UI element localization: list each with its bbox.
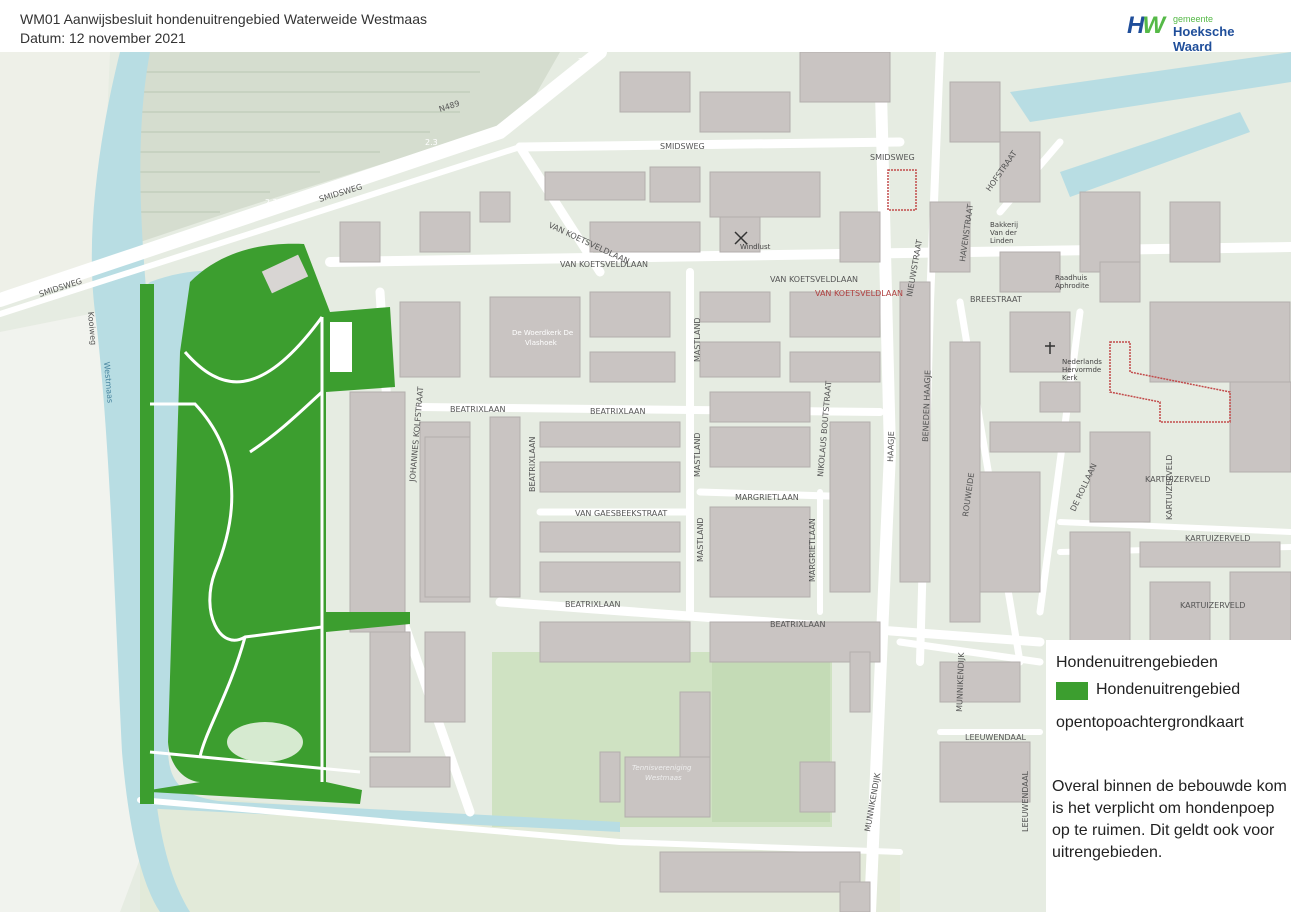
label-leeuwendaal-2: LEEUWENDAAL [1021, 770, 1030, 832]
label-route-23: 2.3 [425, 138, 438, 147]
label-beatrixlaan-4: BEATRIXLAAN [565, 600, 620, 609]
logo-mark-h: H [1127, 12, 1144, 39]
label-tennis-1: Tennisvereniging [632, 764, 692, 772]
label-beatrixlaan-2: BEATRIXLAAN [590, 407, 645, 416]
dog-area-west-strip[interactable] [140, 284, 154, 804]
building-church-woerdkerk [489, 296, 581, 378]
legend-background-label: opentopoachtergrondkaart [1056, 714, 1244, 731]
label-smidsweg-3: SMIDSWEG [660, 142, 705, 151]
label-breestraat: BREESTRAAT [970, 295, 1022, 304]
label-smidsweg-4: SMIDSWEG [870, 153, 915, 162]
label-route-22: 2.2 [265, 198, 278, 207]
label-kerk-2: Hervormde [1062, 366, 1101, 374]
label-margrietlaan-2: MARGRIETLAAN [808, 518, 817, 582]
label-kartuizerveld-2: KARTUIZERVELD [1165, 455, 1174, 520]
label-koetsveldlaan-3: VAN KOETSVELDLAAN [770, 275, 858, 284]
label-bakkerij-3: Linden [990, 237, 1013, 245]
label-kartuizerveld-4: KARTUIZERVELD [1180, 601, 1245, 610]
label-beatrixlaan-1: BEATRIXLAAN [450, 405, 505, 414]
legend-swatch-green [1056, 682, 1088, 700]
logo-mark: HW [1127, 12, 1165, 40]
label-bakkerij-2: Van der [990, 229, 1017, 237]
label-leeuwendaal-1: LEEUWENDAAL [965, 733, 1027, 742]
map-legend: Hondenuitrengebieden Hondenuitrengebied … [1046, 640, 1291, 912]
label-church-2: Vlashoek [525, 339, 558, 347]
title-date: Datum: 12 november 2021 [20, 30, 186, 46]
legend-note: Overal binnen de bebouwde kom is het ver… [1052, 778, 1287, 861]
label-koetsveldlaan-4: VAN KOETSVELDLAAN [815, 289, 903, 298]
legend-item-label: Hondenuitrengebied [1096, 681, 1241, 698]
label-beatrixlaan-5: BEATRIXLAAN [770, 620, 825, 629]
label-kerk-3: Kerk [1062, 374, 1078, 382]
logo-subtitle: gemeente [1173, 14, 1214, 24]
label-route-24: 2.4 [578, 57, 591, 66]
label-bakkerij-1: Bakkerij [990, 221, 1018, 229]
park-pond-island [227, 722, 303, 762]
map-header: WM01 Aanwijsbesluit hondenuitrengebied W… [0, 0, 1291, 54]
title-line-1: WM01 Aanwijsbesluit hondenuitrengebied W… [20, 11, 427, 27]
label-beatrixlaan-3: BEATRIXLAAN [528, 437, 537, 492]
label-kartuizerveld-3: KARTUIZERVELD [1185, 534, 1250, 543]
label-kartuizerveld-1: KARTUIZERVELD [1145, 475, 1210, 484]
label-windlust: Windlust [740, 243, 771, 251]
label-haagje: HAAGJE [886, 431, 896, 462]
label-raadhuis-1: Raadhuis [1055, 274, 1088, 282]
logo-mark-w: W [1142, 12, 1165, 39]
label-margrietlaan-1: MARGRIETLAAN [735, 493, 799, 502]
map-title: WM01 Aanwijsbesluit hondenuitrengebied W… [20, 10, 427, 48]
label-mastland-2: MASTLAND [693, 432, 702, 477]
label-church-1: De Woerdkerk De [512, 329, 573, 337]
legend-heading: Hondenuitrengebieden [1056, 654, 1218, 671]
label-van-gaesbeekstraat: VAN GAESBEEKSTRAAT [575, 509, 667, 518]
label-koetsveldlaan-2: VAN KOETSVELDLAAN [560, 260, 648, 269]
label-kerk-1: Nederlands [1062, 358, 1102, 366]
park-clearing [330, 322, 352, 372]
label-mastland-1: MASTLAND [693, 317, 702, 362]
label-mastland-3: MASTLAND [696, 517, 705, 562]
logo-name: Hoeksche Waard [1173, 24, 1235, 54]
municipality-logo: HW gemeente Hoeksche Waard [1127, 12, 1277, 54]
label-raadhuis-2: Aphrodite [1055, 282, 1089, 290]
label-tennis-2: Westmaas [645, 774, 682, 782]
building-kerk [1039, 381, 1081, 413]
label-route-21: 2.1 [104, 257, 117, 266]
